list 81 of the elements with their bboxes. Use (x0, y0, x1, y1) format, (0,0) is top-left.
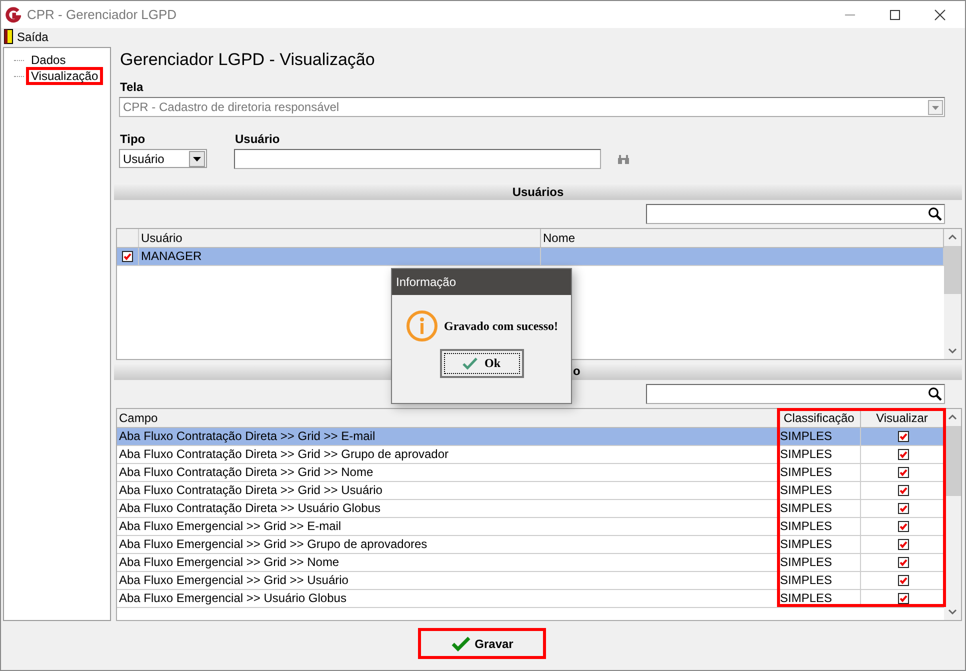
scroll-up-icon[interactable] (948, 414, 957, 420)
table-cell: Aba Fluxo Contratação Direta >> Grid >> Nome (117, 464, 778, 481)
table-row[interactable]: MANAGER (117, 248, 944, 266)
checkbox[interactable] (122, 251, 133, 262)
close-icon[interactable] (934, 8, 946, 20)
tree-item[interactable]: Dados (26, 51, 71, 69)
table-cell: SIMPLES (778, 428, 861, 445)
type-dropdown[interactable]: Usuário (119, 149, 207, 168)
table-cell: Aba Fluxo Contratação Direta >> Usuário Globus (117, 500, 778, 517)
search-field[interactable] (646, 384, 945, 404)
scroll-down-icon[interactable] (948, 348, 957, 354)
info-icon (406, 310, 438, 342)
screen-dropdown[interactable]: CPR - Cadastro de diretoria responsável (119, 96, 945, 118)
table-row[interactable]: Aba Fluxo Contratação Direta >> Grid >> Usuário SIMPLES (117, 482, 944, 500)
table-cell: SIMPLES (778, 464, 861, 481)
checkbox[interactable] (898, 520, 908, 532)
table-cell: SIMPLES (778, 500, 861, 517)
dialog-message: Gravado com sucesso! (444, 318, 558, 334)
field-label: Tipo (119, 131, 146, 148)
ok-button[interactable]: Ok (440, 349, 524, 378)
checkbox[interactable] (898, 538, 908, 550)
column-header: Usuário (139, 229, 541, 248)
dialog-title: Informação (396, 275, 456, 289)
table-cell: Aba Fluxo Contratação Direta >> Grid >> E-mail (117, 428, 778, 445)
menu-item[interactable]: Saída (17, 30, 48, 44)
checkbox[interactable] (898, 430, 908, 442)
save-button[interactable]: Gravar (418, 628, 546, 659)
section-title: o (573, 364, 580, 378)
table-cell: Aba Fluxo Contratação Direta >> Grid >> Grupo de aprovador (117, 446, 778, 463)
table-cell: SIMPLES (778, 482, 861, 499)
app-logo-icon (5, 6, 21, 22)
table-row[interactable]: Aba Fluxo Emergencial >> Grid >> Nome SIMPLES (117, 554, 944, 572)
table-cell: SIMPLES (778, 590, 861, 607)
field-label: Tela (119, 78, 144, 95)
table-row[interactable]: Aba Fluxo Emergencial >> Grid >> Usuário SIMPLES (117, 572, 944, 590)
table-cell: SIMPLES (778, 572, 861, 589)
checkmark-icon (450, 636, 471, 652)
user-input-field[interactable] (234, 149, 601, 170)
maximize-icon[interactable] (889, 8, 901, 20)
field-label: Usuário (234, 131, 281, 148)
search-icon[interactable] (928, 207, 942, 222)
table-cell: SIMPLES (778, 536, 861, 553)
tree-item[interactable]: Visualização (26, 67, 104, 85)
search-field[interactable] (646, 204, 945, 224)
scroll-down-icon[interactable] (948, 609, 957, 615)
section-title: Usuários (512, 184, 564, 199)
binoculars-icon[interactable] (618, 154, 629, 164)
table-cell: Aba Fluxo Emergencial >> Usuário Globus (117, 590, 778, 607)
table-cell: Aba Fluxo Emergencial >> Grid >> Usuário (117, 572, 778, 589)
column-header: Classificação (778, 408, 861, 427)
column-header: Visualizar (861, 408, 944, 427)
table-cell: SIMPLES (778, 518, 861, 535)
checkbox[interactable] (898, 484, 908, 496)
checkbox[interactable] (898, 574, 908, 586)
table-row[interactable]: Aba Fluxo Emergencial >> Usuário Globus SIMPLES (117, 590, 944, 608)
table-cell: Aba Fluxo Contratação Direta >> Grid >> Usuário (117, 482, 778, 499)
table-row[interactable]: Aba Fluxo Contratação Direta >> Grid >> Nome SIMPLES (117, 464, 944, 482)
table-cell: SIMPLES (778, 446, 861, 463)
table-row[interactable]: Aba Fluxo Contratação Direta >> Usuário Globus SIMPLES (117, 500, 944, 518)
checkmark-icon (462, 357, 478, 370)
table-cell: Aba Fluxo Emergencial >> Grid >> E-mail (117, 518, 778, 535)
table-cell: Aba Fluxo Emergencial >> Grid >> Grupo de aprovadores (117, 536, 778, 553)
table-row[interactable]: Aba Fluxo Emergencial >> Grid >> Grupo de aprovadores SIMPLES (117, 536, 944, 554)
checkbox[interactable] (898, 466, 908, 478)
table-cell: SIMPLES (778, 554, 861, 571)
table-row[interactable]: Aba Fluxo Emergencial >> Grid >> E-mail SIMPLES (117, 518, 944, 536)
checkbox[interactable] (898, 592, 908, 604)
door-icon (4, 29, 13, 44)
scrollbar[interactable] (944, 229, 961, 359)
checkbox[interactable] (898, 502, 908, 514)
column-header: Campo (117, 408, 778, 427)
scroll-up-icon[interactable] (948, 234, 957, 240)
table-cell: Aba Fluxo Emergencial >> Grid >> Nome (117, 554, 778, 571)
window-title: CPR - Gerenciador LGPD (27, 7, 177, 22)
table-row[interactable]: Aba Fluxo Contratação Direta >> Grid >> E-mail SIMPLES (117, 428, 944, 446)
table-cell: MANAGER (139, 248, 541, 266)
table-row[interactable]: Aba Fluxo Contratação Direta >> Grid >> Grupo de aprovador SIMPLES (117, 446, 944, 464)
checkbox[interactable] (898, 556, 908, 568)
checkbox[interactable] (898, 448, 908, 460)
page-heading: Gerenciador LGPD - Visualização (119, 49, 376, 71)
search-icon[interactable] (928, 386, 942, 401)
